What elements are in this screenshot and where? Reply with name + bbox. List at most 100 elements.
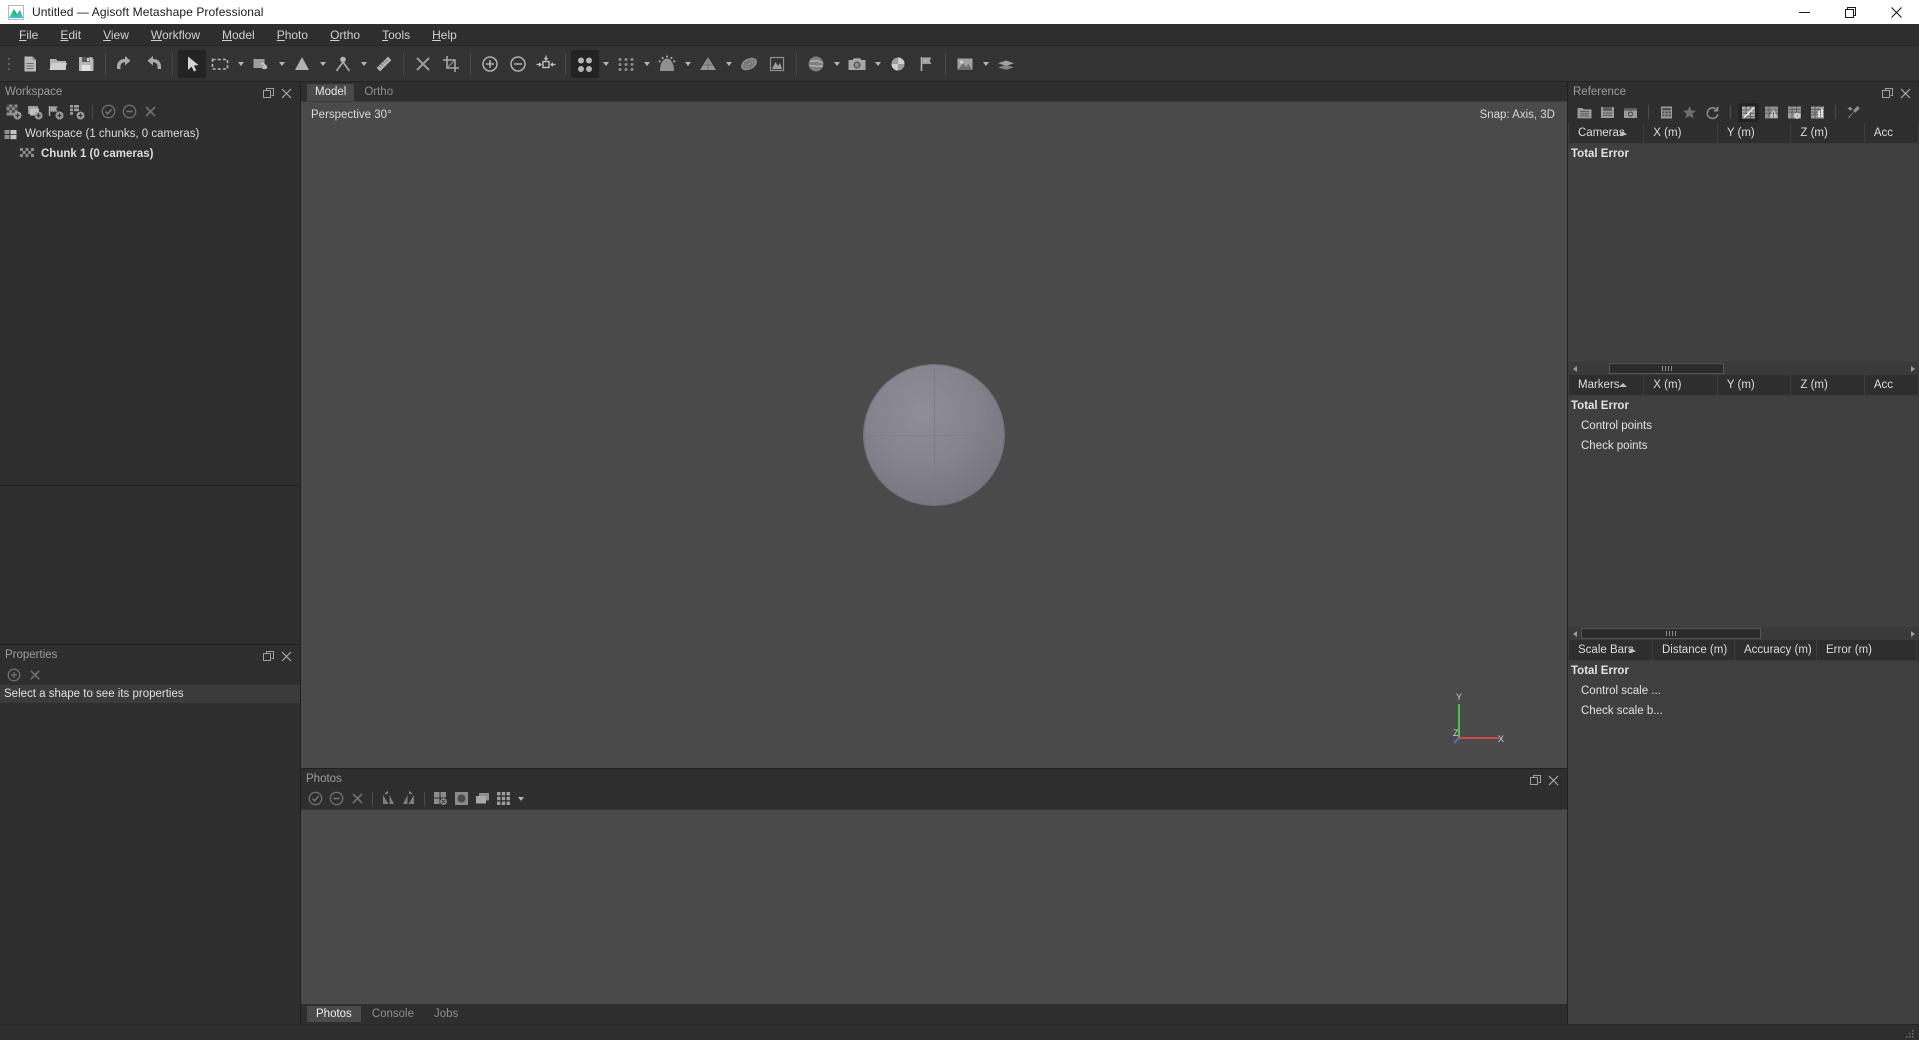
shape-draw-dropdown-icon[interactable] — [316, 50, 329, 78]
reference-float-button[interactable] — [1882, 86, 1893, 98]
cameras-scroll-track[interactable] — [1581, 363, 1906, 374]
table-row[interactable]: Control scale ... — [1568, 681, 1919, 701]
column-z[interactable]: Z (m) — [1791, 123, 1865, 144]
images-dropdown-icon[interactable] — [979, 50, 992, 78]
column-cameras[interactable]: Cameras — [1568, 123, 1645, 144]
menu-workflow[interactable]: Workflow — [140, 25, 211, 45]
tiled-model-icon[interactable] — [735, 50, 763, 78]
tie-points-dropdown-icon[interactable] — [599, 50, 612, 78]
column-x[interactable]: X (m) — [1644, 375, 1718, 396]
column-accuracy[interactable]: Acc — [1864, 375, 1919, 396]
navigation-cursor-icon[interactable] — [178, 49, 206, 78]
point-cloud-dropdown-icon[interactable] — [640, 50, 653, 78]
rotate-left-icon[interactable] — [378, 789, 398, 808]
depth-maps-dropdown-icon[interactable] — [681, 50, 694, 78]
toolbar-grip[interactable] — [4, 51, 13, 77]
reset-view-icon[interactable] — [532, 50, 560, 78]
markers-rows[interactable]: Total Error Control points Check points — [1568, 396, 1919, 627]
free-form-selection-icon[interactable] — [247, 50, 275, 78]
view-estimated-icon[interactable] — [1738, 102, 1759, 122]
zoom-out-icon[interactable] — [504, 50, 532, 78]
tree-item-chunk-1[interactable]: Chunk 1 (0 cameras) — [0, 144, 300, 164]
scroll-left-icon[interactable] — [1568, 362, 1581, 375]
globe-view-dropdown-icon[interactable] — [830, 50, 843, 78]
markers-hscrollbar[interactable] — [1568, 627, 1919, 640]
detail-view-icon[interactable] — [472, 789, 492, 808]
mesh-model-icon[interactable] — [694, 50, 722, 78]
column-markers[interactable]: Markers — [1568, 375, 1645, 396]
undo-icon[interactable] — [111, 50, 139, 78]
column-accuracy[interactable]: Acc — [1864, 123, 1919, 144]
menu-view[interactable]: View — [92, 25, 140, 45]
table-row[interactable]: Total Error — [1568, 144, 1919, 164]
photos-thumbnail-area[interactable] — [301, 809, 1567, 1004]
properties-float-button[interactable] — [263, 649, 274, 661]
close-button[interactable] — [1873, 0, 1919, 24]
model-viewport[interactable]: Perspective 30° Snap: Axis, 3D Y X Z — [301, 101, 1567, 768]
menu-model[interactable]: Model — [211, 25, 266, 45]
camera-calibration-icon[interactable] — [1620, 103, 1641, 122]
column-z[interactable]: Z (m) — [1791, 375, 1865, 396]
export-reference-icon[interactable] — [1597, 103, 1618, 122]
shape-draw-icon[interactable] — [288, 50, 316, 78]
reference-close-button[interactable] — [1900, 86, 1911, 99]
column-error[interactable]: Error (m) — [1817, 640, 1917, 661]
rotate-right-icon[interactable] — [399, 789, 419, 808]
menu-tools[interactable]: Tools — [371, 25, 421, 45]
tab-model[interactable]: Model — [307, 84, 355, 101]
ruler-icon[interactable] — [370, 50, 398, 78]
region-sphere[interactable] — [864, 365, 1004, 505]
markers-scroll-track[interactable] — [1581, 628, 1906, 639]
redo-icon[interactable] — [139, 50, 167, 78]
resize-grip-icon[interactable] — [1903, 1027, 1915, 1039]
workspace-tree[interactable]: Workspace (1 chunks, 0 cameras) Chunk 1 … — [0, 122, 300, 485]
tab-photos[interactable]: Photos — [307, 1006, 361, 1022]
disable-photos-icon[interactable] — [326, 789, 346, 808]
table-row[interactable]: Total Error — [1568, 396, 1919, 416]
depth-maps-icon[interactable] — [653, 50, 681, 78]
maximize-button[interactable] — [1827, 0, 1873, 24]
reset-masks-icon[interactable] — [430, 789, 450, 808]
menu-photo[interactable]: Photo — [266, 25, 319, 45]
view-variance-icon[interactable] — [1807, 103, 1828, 122]
thumbnail-size-icon[interactable] — [493, 789, 513, 808]
menu-ortho[interactable]: Ortho — [319, 25, 371, 45]
zoom-in-icon[interactable] — [476, 50, 504, 78]
column-y[interactable]: Y (m) — [1717, 123, 1792, 144]
reference-settings-icon[interactable] — [1843, 103, 1864, 122]
tab-console[interactable]: Console — [363, 1006, 423, 1022]
tree-item-workspace[interactable]: Workspace (1 chunks, 0 cameras) — [0, 124, 300, 144]
column-accuracy[interactable]: Accuracy (m) — [1735, 640, 1817, 661]
add-property-icon[interactable] — [4, 665, 24, 684]
table-row[interactable]: Total Error — [1568, 661, 1919, 681]
menu-file[interactable]: File — [8, 25, 49, 45]
view-errors-icon[interactable] — [1761, 103, 1782, 122]
crop-selection-icon[interactable] — [437, 50, 465, 78]
free-form-selection-dropdown-icon[interactable] — [275, 50, 288, 78]
rectangle-selection-dropdown-icon[interactable] — [234, 50, 247, 78]
cameras-hscrollbar[interactable] — [1568, 362, 1919, 375]
orthomosaic-icon[interactable] — [763, 50, 791, 78]
properties-close-button[interactable] — [281, 649, 292, 662]
scroll-left-icon[interactable] — [1568, 627, 1581, 640]
point-cloud-icon[interactable] — [612, 50, 640, 78]
camera-icon[interactable] — [843, 50, 871, 78]
import-reference-icon[interactable] — [1574, 103, 1595, 122]
new-project-icon[interactable] — [16, 50, 44, 78]
table-row[interactable]: Control points — [1568, 416, 1919, 436]
workspace-close-button[interactable] — [281, 86, 292, 99]
camera-dropdown-icon[interactable] — [871, 50, 884, 78]
remove-photos-icon[interactable] — [347, 789, 367, 808]
cameras-scroll-thumb[interactable] — [1609, 363, 1724, 374]
table-row[interactable]: Check scale b... — [1568, 701, 1919, 721]
save-project-icon[interactable] — [72, 50, 100, 78]
point-measure-icon[interactable] — [329, 50, 357, 78]
markers-icon[interactable] — [884, 50, 912, 78]
column-y[interactable]: Y (m) — [1717, 375, 1792, 396]
add-folder-icon[interactable] — [46, 102, 66, 121]
convert-reference-icon[interactable] — [1656, 103, 1677, 122]
globe-view-icon[interactable] — [802, 50, 830, 78]
menu-edit[interactable]: Edit — [49, 25, 92, 45]
rectangle-selection-icon[interactable] — [206, 50, 234, 78]
add-photos-icon[interactable] — [25, 102, 45, 121]
